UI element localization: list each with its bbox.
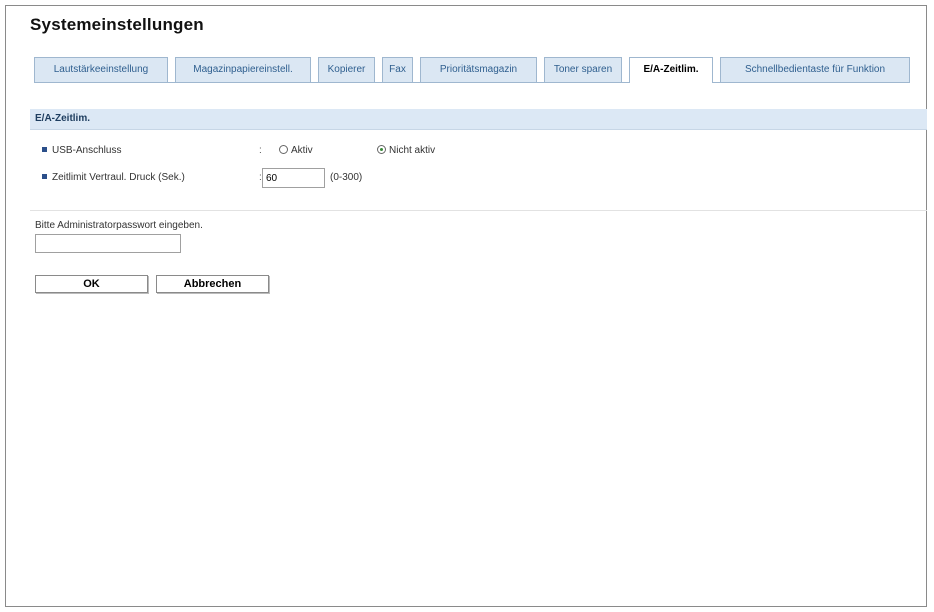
timeout-setting-label: Zeitlimit Vertraul. Druck (Sek.) — [42, 169, 185, 187]
page-title: Systemeinstellungen — [30, 15, 204, 34]
password-prompt: Bitte Administratorpasswort eingeben. — [35, 220, 203, 231]
ok-button[interactable]: OK — [35, 275, 148, 293]
settings-window — [5, 5, 927, 607]
section-divider — [30, 210, 927, 211]
timeout-range: (0-300) — [330, 172, 363, 183]
tab-kopierer[interactable]: Kopierer — [318, 57, 375, 82]
tab-fax[interactable]: Fax — [382, 57, 413, 82]
timeout-input[interactable] — [262, 168, 325, 188]
radio-aktiv-label: Aktiv — [291, 145, 313, 156]
bullet-icon — [42, 147, 47, 152]
bullet-icon — [42, 174, 47, 179]
tab-bar: Lautstärkeeinstellung Magazinpapiereinst… — [34, 57, 910, 83]
tab-prioritaetsmagazin[interactable]: Prioritätsmagazin — [420, 57, 537, 82]
cancel-button[interactable]: Abbrechen — [156, 275, 269, 293]
tab-toner-sparen[interactable]: Toner sparen — [544, 57, 622, 82]
tab-magazinpapiereinstell[interactable]: Magazinpapiereinstell. — [175, 57, 311, 82]
radio-nicht-aktiv-label: Nicht aktiv — [389, 145, 436, 156]
usb-separator: : — [259, 145, 262, 156]
radio-nicht-aktiv[interactable]: Nicht aktiv — [377, 142, 435, 160]
radio-unchecked-icon — [279, 145, 288, 154]
tab-ea-zeitlim[interactable]: E/A-Zeitlim. — [629, 57, 713, 83]
tab-schnellbedientaste[interactable]: Schnellbedientaste für Funktion — [720, 57, 910, 82]
section-header: E/A-Zeitlim. — [30, 109, 927, 130]
timeout-label-text: Zeitlimit Vertraul. Druck (Sek.) — [52, 172, 185, 183]
usb-label-text: USB-Anschluss — [52, 145, 122, 156]
password-input[interactable] — [35, 234, 181, 253]
radio-checked-icon — [377, 145, 386, 154]
tab-lautstaerkeeinstellung[interactable]: Lautstärkeeinstellung — [34, 57, 168, 82]
radio-aktiv[interactable]: Aktiv — [279, 142, 313, 160]
usb-setting-label: USB-Anschluss — [42, 142, 121, 160]
